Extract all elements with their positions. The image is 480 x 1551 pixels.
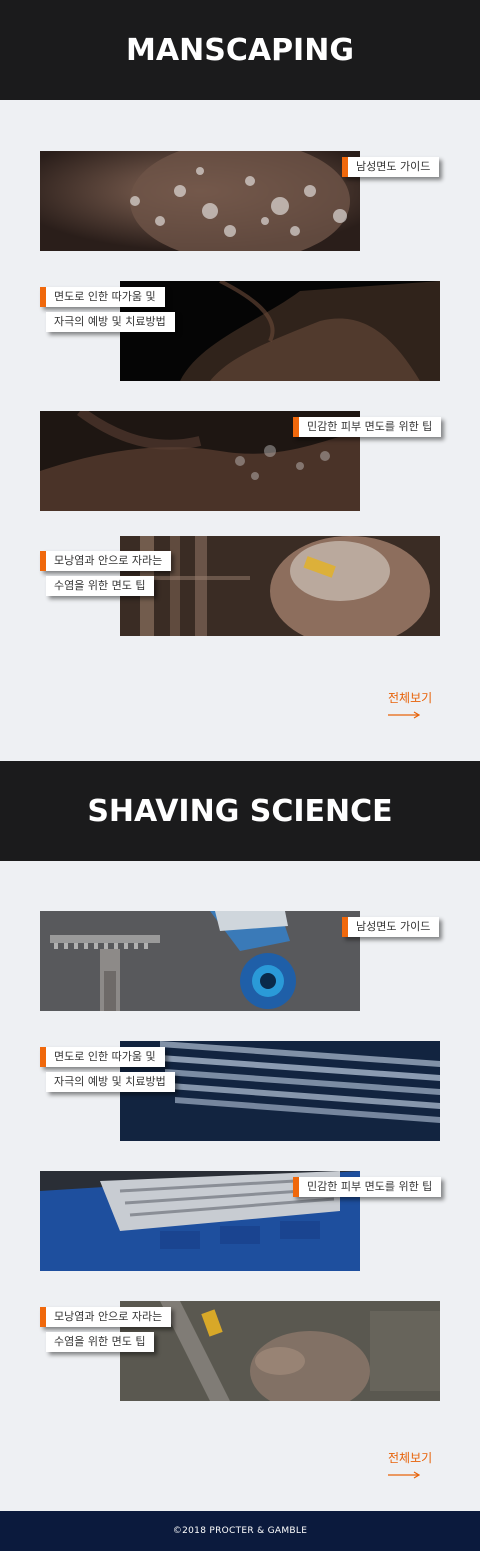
view-all-link[interactable]: 전체보기: [388, 1449, 448, 1479]
arrow-right-icon: [388, 1471, 420, 1479]
article-tag-label[interactable]: 자극의 예방 및 치료방법: [46, 312, 175, 332]
article-tag-label[interactable]: 민감한 피부 면도를 위한 팁: [293, 1177, 442, 1197]
article-tag-label[interactable]: 자극의 예방 및 치료방법: [46, 1072, 175, 1092]
article-tag-label[interactable]: 면도로 인한 따가움 및: [40, 1047, 165, 1067]
view-all-label: 전체보기: [388, 691, 433, 705]
article-tag-label[interactable]: 수염을 위한 면도 팁: [46, 1332, 155, 1352]
article-card-shaving-guide[interactable]: [40, 151, 360, 251]
article-tag-label[interactable]: 민감한 피부 면도를 위한 팁: [293, 417, 442, 437]
article-image: [40, 911, 360, 1011]
view-all-label: 전체보기: [388, 1451, 433, 1465]
article-tag-label[interactable]: 수염을 위한 면도 팁: [46, 576, 155, 596]
section-title: SHAVING SCIENCE: [87, 793, 393, 829]
section-header-shaving-science: SHAVING SCIENCE: [0, 761, 480, 861]
article-image: [40, 151, 360, 251]
article-tag-label[interactable]: 남성면도 가이드: [342, 157, 440, 177]
article-tag-label[interactable]: 모낭염과 안으로 자라는: [40, 551, 172, 571]
copyright-text: ©2018 PROCTER & GAMBLE: [172, 1526, 308, 1536]
footer: ©2018 PROCTER & GAMBLE: [0, 1511, 480, 1551]
section-header-manscaping: MANSCAPING: [0, 0, 480, 100]
article-tag-label[interactable]: 면도로 인한 따가움 및: [40, 287, 165, 307]
article-tag-label[interactable]: 남성면도 가이드: [342, 917, 440, 937]
article-card-shaving-guide[interactable]: [40, 911, 360, 1011]
arrow-right-icon: [388, 711, 420, 719]
article-tag-label[interactable]: 모낭염과 안으로 자라는: [40, 1307, 172, 1327]
section-title: MANSCAPING: [126, 32, 354, 68]
view-all-link[interactable]: 전체보기: [388, 689, 448, 719]
